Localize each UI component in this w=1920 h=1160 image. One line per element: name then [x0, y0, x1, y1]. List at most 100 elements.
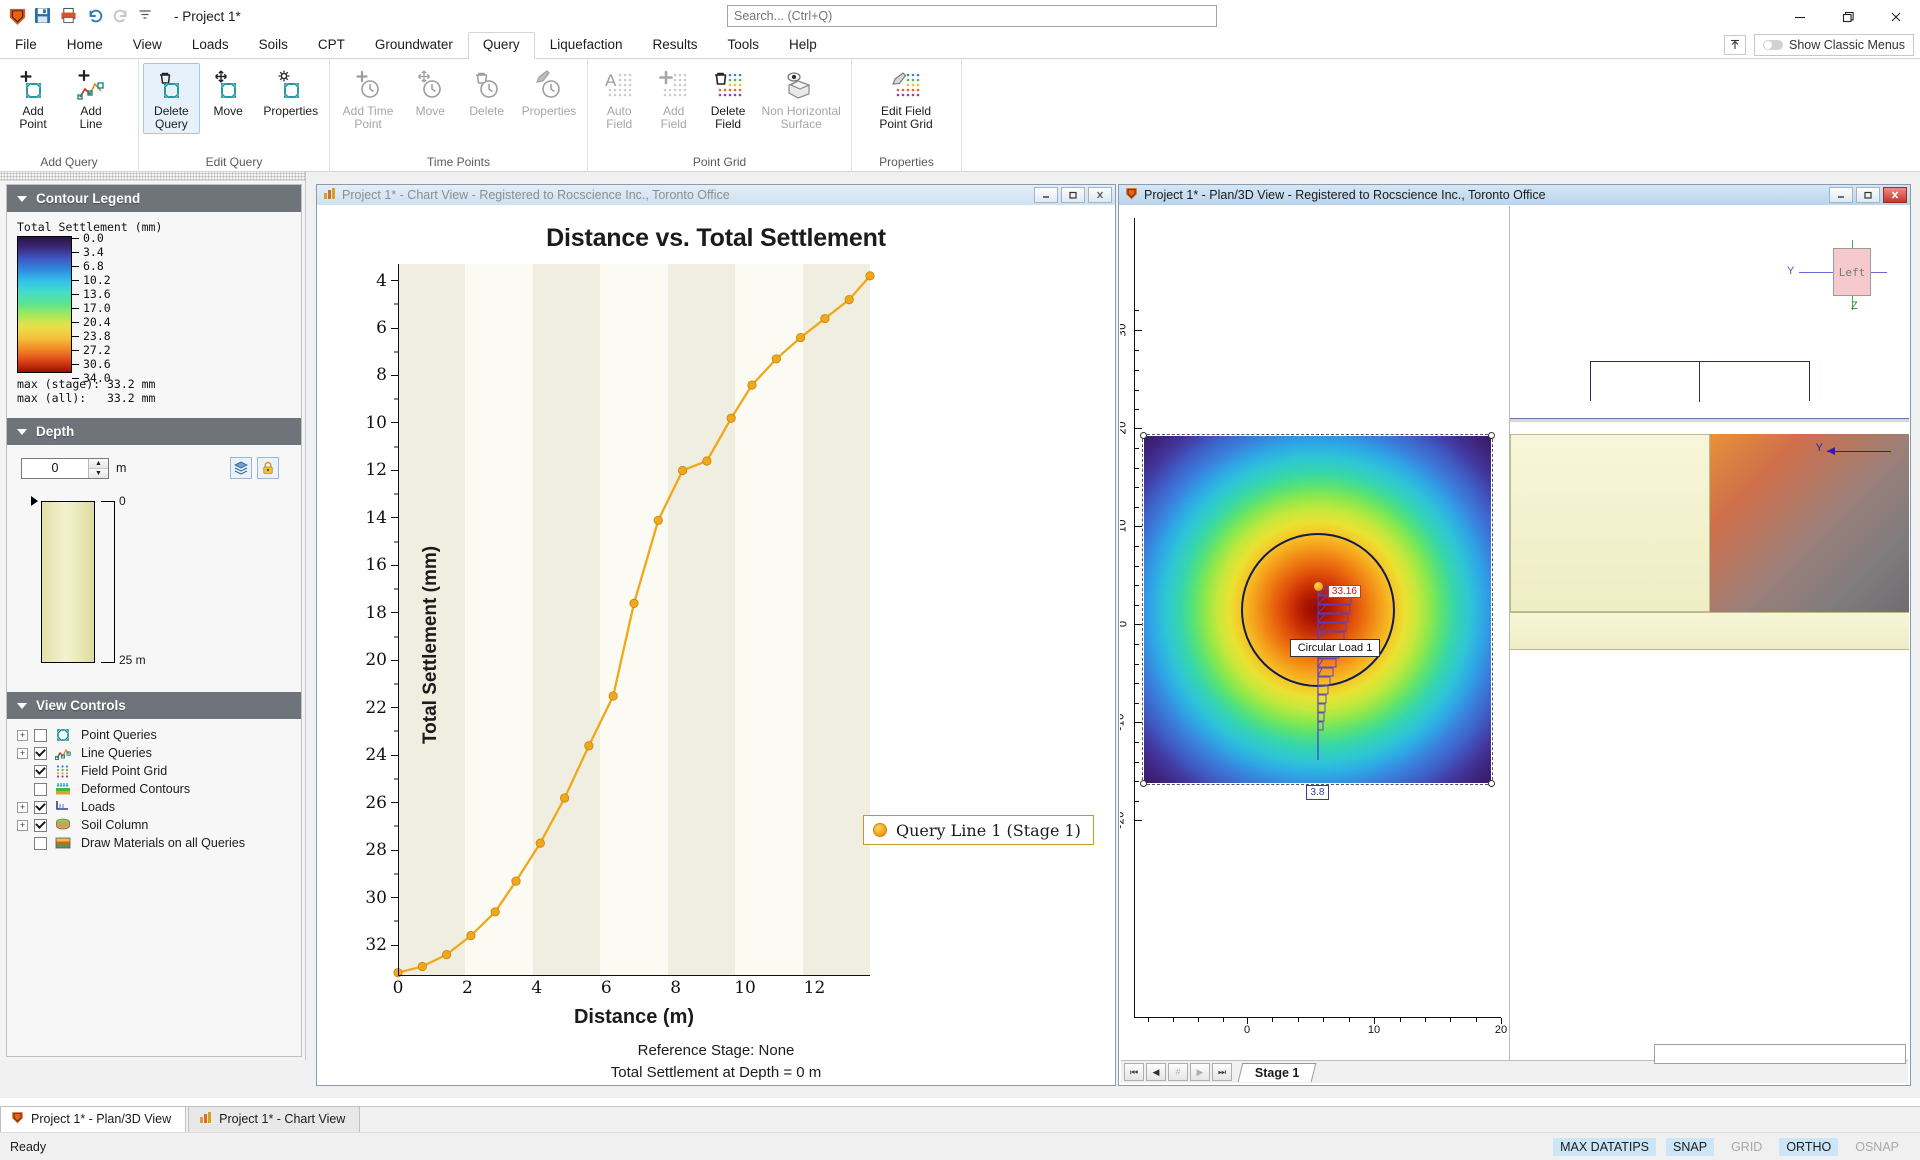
delete-time-point-button[interactable]: Delete — [459, 63, 515, 121]
previous-stage-button[interactable]: ◀ — [1146, 1063, 1166, 1081]
query-start-point[interactable] — [1313, 581, 1323, 591]
last-stage-button[interactable]: ⏭ — [1212, 1063, 1232, 1081]
chart-maximize-button[interactable] — [1061, 187, 1085, 203]
chart-minimize-button[interactable] — [1034, 187, 1058, 203]
tab-cpt[interactable]: CPT — [303, 32, 360, 58]
tree-item-line-queries[interactable]: + Line Queries — [17, 744, 301, 762]
tab-view[interactable]: View — [118, 32, 177, 58]
tab-help[interactable]: Help — [774, 32, 832, 58]
chart-plot-area[interactable]: 4 6 8 10 12 14 16 18 20 22 24 26 28 30 3… — [365, 264, 870, 998]
auto-field-button[interactable]: A Auto Field — [592, 63, 646, 134]
add-time-point-button[interactable]: Add Time Point — [334, 63, 402, 134]
tree-item-field-point-grid[interactable]: Field Point Grid — [17, 762, 301, 780]
tab-soils[interactable]: Soils — [244, 32, 303, 58]
expand-icon[interactable]: + — [17, 819, 28, 831]
app-icon[interactable] — [8, 7, 28, 27]
field-point-grid-checkbox[interactable] — [34, 764, 47, 778]
move-time-point-button[interactable]: Move — [402, 63, 458, 121]
command-input[interactable] — [1654, 1044, 1906, 1064]
tab-results[interactable]: Results — [638, 32, 713, 58]
view-controls-header[interactable]: View Controls — [7, 692, 301, 719]
next-stage-button[interactable]: ▶ — [1190, 1063, 1210, 1081]
tab-file[interactable]: File — [0, 32, 52, 58]
status-toggle-max-datatips[interactable]: MAX DATATIPS — [1553, 1137, 1657, 1156]
edit-field-point-grid-button[interactable]: Edit Field Point Grid — [856, 63, 956, 134]
stage-tab-stage-1[interactable]: Stage 1 — [1237, 1062, 1317, 1082]
add-field-button[interactable]: Add Field — [646, 63, 700, 134]
point-queries-checkbox[interactable] — [34, 728, 47, 742]
first-stage-button[interactable]: ⏮ — [1124, 1063, 1144, 1081]
resize-handle-ne[interactable] — [1488, 432, 1495, 439]
settlement-contour-plot[interactable]: 33.16 Circular Load 1 3.8 — [1140, 432, 1495, 800]
status-toggle-grid[interactable]: GRID — [1724, 1138, 1769, 1156]
resize-handle-se[interactable] — [1488, 780, 1495, 787]
loads-checkbox[interactable] — [34, 800, 47, 814]
tree-item-point-queries[interactable]: + Point Queries — [17, 726, 301, 744]
status-toggle-osnap[interactable]: OSNAP — [1848, 1138, 1906, 1156]
chart-window-titlebar[interactable]: Project 1* - Chart View - Registered to … — [317, 185, 1115, 205]
status-toggle-ortho[interactable]: ORTHO — [1779, 1137, 1839, 1156]
undo-icon[interactable] — [86, 7, 106, 27]
depth-decrement-button[interactable]: ▼ — [89, 467, 108, 478]
expand-icon[interactable]: + — [17, 747, 28, 759]
doc-tab-chart-view[interactable]: Project 1* - Chart View — [188, 1106, 361, 1132]
cube-face-label[interactable]: Left — [1833, 248, 1871, 296]
depth-stepper[interactable]: ▲ ▼ — [21, 457, 109, 479]
orientation-cube[interactable]: Left Y Z — [1787, 240, 1887, 312]
chart-view-window[interactable]: Project 1* - Chart View - Registered to … — [316, 184, 1116, 1086]
tab-loads[interactable]: Loads — [177, 32, 244, 58]
plan-window-titlebar[interactable]: Project 1* - Plan/3D View - Registered t… — [1119, 185, 1910, 205]
soil-column-checkbox[interactable] — [34, 818, 47, 832]
show-classic-menus-toggle[interactable]: Show Classic Menus — [1753, 34, 1914, 56]
layers-icon[interactable] — [230, 457, 252, 479]
customize-qat-icon[interactable] — [138, 7, 158, 27]
collapse-ribbon-icon[interactable] — [1723, 35, 1746, 55]
time-point-properties-button[interactable]: Properties — [515, 63, 583, 121]
tab-liquefaction[interactable]: Liquefaction — [535, 32, 638, 58]
chart-close-button[interactable] — [1088, 187, 1112, 203]
soil-column-graphic[interactable] — [41, 501, 95, 663]
resize-handle-nw[interactable] — [1140, 432, 1147, 439]
tree-item-draw-materials[interactable]: Draw Materials on all Queries — [17, 834, 301, 852]
tab-home[interactable]: Home — [52, 32, 118, 58]
delete-query-button[interactable]: Delete Query — [143, 63, 200, 134]
depth-increment-button[interactable]: ▲ — [89, 458, 108, 468]
plan-view-pane[interactable]: 30 20 10 0 -10 -20 — [1120, 206, 1510, 1060]
line-queries-checkbox[interactable] — [34, 746, 47, 760]
contour-legend-header[interactable]: Contour Legend — [7, 185, 301, 212]
doc-tab-plan-3d-view[interactable]: Project 1* - Plan/3D View — [0, 1106, 187, 1132]
plan-close-button[interactable] — [1883, 187, 1907, 203]
tree-item-soil-column[interactable]: + Soil Column — [17, 816, 301, 834]
chart-legend[interactable]: Query Line 1 (Stage 1) — [863, 815, 1094, 845]
expand-icon[interactable]: + — [17, 729, 28, 741]
print-icon[interactable] — [60, 7, 80, 27]
stage-number-button[interactable]: # — [1168, 1063, 1188, 1081]
move-query-button[interactable]: Move — [200, 63, 257, 121]
add-point-button[interactable]: Add Point — [4, 63, 62, 134]
resize-handle-sw[interactable] — [1140, 780, 1147, 787]
search-input[interactable] — [727, 5, 1217, 27]
maximize-restore-button[interactable] — [1824, 0, 1872, 33]
save-icon[interactable] — [34, 7, 54, 27]
expand-icon[interactable]: + — [17, 801, 28, 813]
plan-maximize-button[interactable] — [1856, 187, 1880, 203]
tab-query[interactable]: Query — [467, 32, 535, 59]
deformed-contours-checkbox[interactable] — [34, 782, 47, 796]
section-view-pane[interactable]: Left Y Z Y — [1510, 206, 1909, 1060]
tree-item-deformed-contours[interactable]: Deformed Contours — [17, 780, 301, 798]
depth-input[interactable] — [22, 458, 88, 478]
depth-header[interactable]: Depth — [7, 418, 301, 445]
lock-icon[interactable] — [257, 457, 279, 479]
tab-tools[interactable]: Tools — [713, 32, 775, 58]
redo-icon[interactable] — [112, 7, 132, 27]
add-line-button[interactable]: Add Line — [62, 63, 120, 134]
tab-groundwater[interactable]: Groundwater — [360, 32, 468, 58]
close-button[interactable] — [1872, 0, 1920, 33]
draw-materials-checkbox[interactable] — [34, 836, 47, 850]
query-properties-button[interactable]: Properties — [257, 63, 325, 121]
non-horizontal-surface-button[interactable]: Non Horizontal Surface — [755, 63, 847, 134]
panel-drag-handle[interactable] — [0, 172, 305, 181]
plan-3d-view-window[interactable]: Project 1* - Plan/3D View - Registered t… — [1118, 184, 1911, 1086]
plan-minimize-button[interactable] — [1829, 187, 1853, 203]
status-toggle-snap[interactable]: SNAP — [1666, 1137, 1715, 1156]
